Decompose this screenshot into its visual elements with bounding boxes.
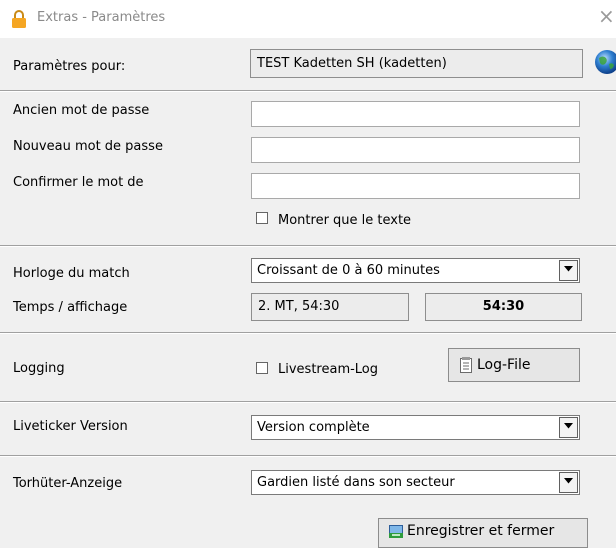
- separator: [0, 90, 616, 92]
- window-title: Extras - Paramètres: [37, 10, 166, 25]
- liveticker-selected: Version complète: [257, 420, 370, 435]
- liveticker-select[interactable]: Version complète: [251, 415, 580, 440]
- chevron-down-icon[interactable]: [559, 472, 578, 493]
- separator: [0, 332, 616, 334]
- confirm-password-label: Confirmer le mot de: [13, 175, 144, 190]
- title-bar: Extras - Paramètres ×: [0, 0, 616, 38]
- separator: [0, 455, 616, 457]
- show-text-label: Montrer que le texte: [278, 213, 412, 228]
- show-text-checkbox[interactable]: [256, 212, 268, 224]
- confirm-password-input[interactable]: [251, 173, 580, 199]
- livestream-log-label: Livestream-Log: [278, 362, 379, 377]
- old-password-input[interactable]: [251, 101, 580, 127]
- time-display-text: 2. MT, 54:30: [251, 293, 409, 321]
- settings-for-value: TEST Kadetten SH (kadetten): [250, 49, 583, 78]
- log-file-label: Log-File: [477, 357, 531, 373]
- match-clock-selected: Croissant de 0 à 60 minutes: [257, 263, 440, 278]
- settings-for-label: Paramètres pour:: [13, 59, 126, 74]
- separator: [0, 245, 616, 247]
- old-password-label: Ancien mot de passe: [13, 103, 150, 118]
- log-file-button[interactable]: Log-File: [448, 348, 580, 382]
- time-display-label: Temps / affichage: [13, 300, 128, 315]
- time-display-bold: 54:30: [425, 293, 582, 321]
- goalkeeper-label: Torhüter-Anzeige: [13, 476, 123, 491]
- match-clock-label: Horloge du match: [13, 266, 130, 281]
- save-and-close-button[interactable]: Enregistrer et fermer: [378, 518, 588, 548]
- save-icon: [389, 525, 403, 538]
- chevron-down-icon[interactable]: [559, 260, 578, 281]
- goalkeeper-select[interactable]: Gardien listé dans son secteur: [251, 470, 580, 495]
- livestream-log-checkbox[interactable]: [256, 362, 268, 374]
- new-password-input[interactable]: [251, 137, 580, 163]
- separator: [0, 401, 616, 403]
- save-and-close-label: Enregistrer et fermer: [407, 523, 555, 539]
- lock-icon: [12, 10, 26, 28]
- notepad-icon: [460, 357, 472, 373]
- close-button[interactable]: ×: [598, 5, 616, 27]
- chevron-down-icon[interactable]: [559, 417, 578, 438]
- goalkeeper-selected: Gardien listé dans son secteur: [257, 475, 455, 490]
- globe-icon[interactable]: [595, 49, 616, 75]
- liveticker-label: Liveticker Version: [13, 419, 128, 434]
- logging-label: Logging: [13, 361, 65, 376]
- new-password-label: Nouveau mot de passe: [13, 139, 163, 154]
- match-clock-select[interactable]: Croissant de 0 à 60 minutes: [251, 258, 580, 283]
